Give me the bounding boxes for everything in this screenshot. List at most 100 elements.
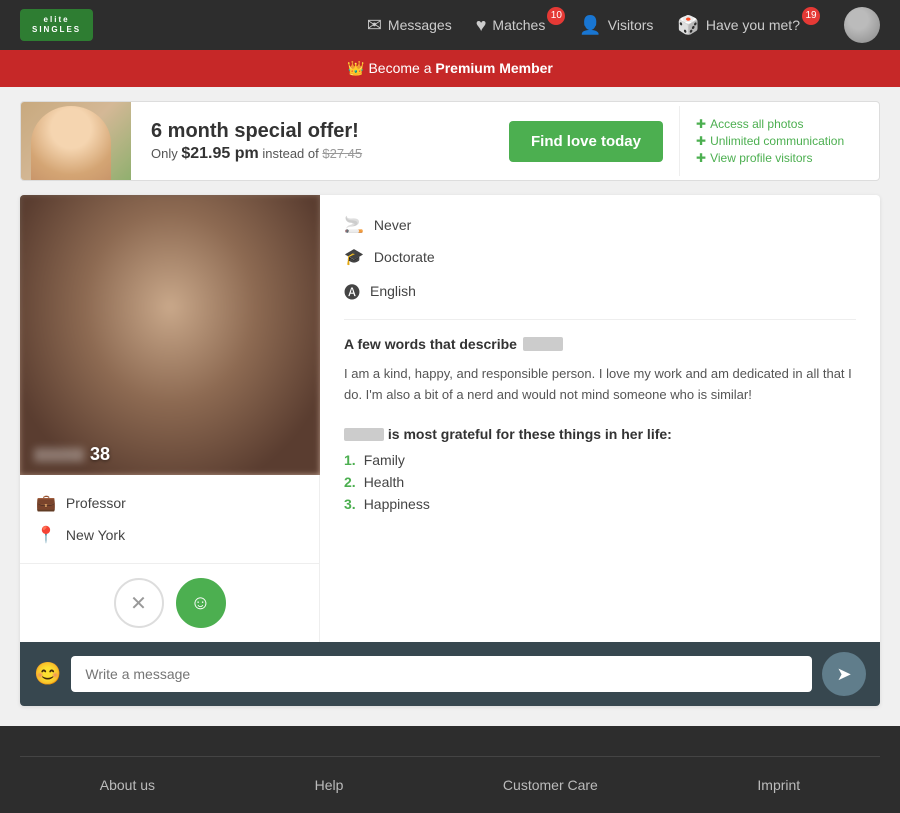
check-icon-3: ✚ xyxy=(696,151,706,165)
divider-1 xyxy=(344,319,856,320)
bio-name-redacted xyxy=(523,337,563,351)
education-row: 🎓 Doctorate xyxy=(344,247,856,267)
list-num-1: 1. xyxy=(344,452,356,468)
nav-messages[interactable]: ✉ Messages xyxy=(367,15,452,36)
profile-right: 🚬 Never 🎓 Doctorate 🅐 English A few word… xyxy=(320,195,880,642)
message-bar: 😊 ➤ xyxy=(20,642,880,706)
matches-icon: ♥ xyxy=(476,15,487,36)
footer-divider xyxy=(20,756,880,757)
offer-text: 6 month special offer! Only $21.95 pm in… xyxy=(131,110,493,173)
feature-1: ✚Access all photos xyxy=(696,117,863,131)
premium-text: Become a xyxy=(368,60,435,76)
premium-banner[interactable]: 👑 Become a Premium Member xyxy=(0,50,900,87)
education-label: Doctorate xyxy=(374,249,435,265)
offer-subtitle: Only xyxy=(151,146,181,161)
action-buttons: ✕ ☺ xyxy=(20,563,320,642)
grateful-list: 1. Family 2. Health 3. Happiness xyxy=(344,452,856,512)
footer-help[interactable]: Help xyxy=(315,777,344,793)
location-icon: 📍 xyxy=(36,525,56,545)
check-icon-1: ✚ xyxy=(696,117,706,131)
messages-label: Messages xyxy=(388,17,452,33)
occupation-label: Professor xyxy=(66,495,126,511)
location-item: 📍 New York xyxy=(36,519,303,551)
site-logo[interactable]: elite SINGLES xyxy=(20,9,93,40)
offer-banner: 6 month special offer! Only $21.95 pm in… xyxy=(20,101,880,181)
offer-features: ✚Access all photos ✚Unlimited communicat… xyxy=(679,106,879,176)
have-you-met-label: Have you met? xyxy=(706,17,800,33)
list-num-3: 3. xyxy=(344,496,356,512)
language-row: 🅐 English xyxy=(344,279,856,303)
premium-highlight: Premium Member xyxy=(435,60,552,76)
profile-name-age: 38 xyxy=(34,444,110,465)
nav-matches[interactable]: ♥ Matches 10 xyxy=(476,15,556,36)
send-button[interactable]: ➤ xyxy=(822,652,866,696)
smoking-row: 🚬 Never xyxy=(344,215,856,235)
grateful-item-3-label: Happiness xyxy=(364,496,430,512)
emoji-icon[interactable]: 😊 xyxy=(34,661,61,687)
reject-button[interactable]: ✕ xyxy=(114,578,164,628)
offer-instead: instead of xyxy=(262,146,322,161)
logo-sub: SINGLES xyxy=(32,25,81,35)
briefcase-icon: 💼 xyxy=(36,493,56,513)
smoking-label: Never xyxy=(374,217,411,233)
message-input[interactable] xyxy=(71,656,812,692)
feature-3: ✚View profile visitors xyxy=(696,151,863,165)
language-label: English xyxy=(370,283,416,299)
profile-card: 38 💼 Professor 📍 New York ✕ ☺ � xyxy=(20,195,880,706)
bio-title: A few words that describe xyxy=(344,336,856,352)
logo-text: elite xyxy=(32,15,81,25)
language-icon: 🅐 xyxy=(344,279,360,303)
offer-person xyxy=(31,106,111,181)
site-footer: About us Help Customer Care Imprint xyxy=(0,726,900,813)
matches-label: Matches xyxy=(492,17,545,33)
profile-body: 38 💼 Professor 📍 New York ✕ ☺ � xyxy=(20,195,880,642)
grateful-item-3: 3. Happiness xyxy=(344,496,856,512)
occupation-item: 💼 Professor xyxy=(36,487,303,519)
photo-blur xyxy=(20,195,320,475)
footer-links: About us Help Customer Care Imprint xyxy=(20,777,880,793)
list-num-2: 2. xyxy=(344,474,356,490)
check-icon-2: ✚ xyxy=(696,134,706,148)
grateful-title-text: is most grateful for these things in her… xyxy=(388,426,672,442)
location-label: New York xyxy=(66,527,125,543)
footer-about[interactable]: About us xyxy=(100,777,155,793)
have-you-met-icon: 🎲 xyxy=(677,15,699,36)
grateful-item-1: 1. Family xyxy=(344,452,856,468)
offer-image xyxy=(21,101,131,181)
profile-details: 💼 Professor 📍 New York xyxy=(20,475,320,563)
grateful-item-2: 2. Health xyxy=(344,474,856,490)
send-icon: ➤ xyxy=(836,664,851,685)
footer-customer-care[interactable]: Customer Care xyxy=(503,777,598,793)
grateful-item-2-label: Health xyxy=(364,474,404,490)
matches-badge: 10 xyxy=(547,7,565,25)
visitors-icon: 👤 xyxy=(579,15,601,36)
education-icon: 🎓 xyxy=(344,247,364,267)
bio-text: I am a kind, happy, and responsible pers… xyxy=(344,364,856,406)
offer-price: $21.95 pm xyxy=(181,145,258,162)
avatar[interactable] xyxy=(844,7,880,43)
visitors-label: Visitors xyxy=(608,17,654,33)
offer-title: 6 month special offer! xyxy=(151,120,473,143)
offer-old-price: $27.45 xyxy=(322,146,362,161)
offer-price-line: Only $21.95 pm instead of $27.45 xyxy=(151,145,473,163)
name-blurred xyxy=(34,448,84,462)
messages-icon: ✉ xyxy=(367,15,382,36)
profile-left: 38 💼 Professor 📍 New York ✕ ☺ xyxy=(20,195,320,642)
footer-imprint[interactable]: Imprint xyxy=(757,777,800,793)
crown-icon: 👑 xyxy=(347,60,364,76)
main-nav: ✉ Messages ♥ Matches 10 👤 Visitors 🎲 Hav… xyxy=(367,7,880,43)
grateful-title: is most grateful for these things in her… xyxy=(344,426,856,442)
offer-button[interactable]: Find love today xyxy=(509,121,663,162)
grateful-item-1-label: Family xyxy=(364,452,405,468)
site-header: elite SINGLES ✉ Messages ♥ Matches 10 👤 … xyxy=(0,0,900,50)
grateful-name-redacted xyxy=(344,428,384,441)
profile-photo: 38 xyxy=(20,195,320,475)
like-button[interactable]: ☺ xyxy=(176,578,226,628)
feature-2: ✚Unlimited communication xyxy=(696,134,863,148)
profile-age: 38 xyxy=(90,444,110,465)
nav-have-you-met[interactable]: 🎲 Have you met? 19 xyxy=(677,15,810,36)
avatar-image xyxy=(844,7,880,43)
have-you-met-badge: 19 xyxy=(802,7,820,25)
nav-visitors[interactable]: 👤 Visitors xyxy=(579,15,653,36)
smoking-icon: 🚬 xyxy=(344,215,364,235)
